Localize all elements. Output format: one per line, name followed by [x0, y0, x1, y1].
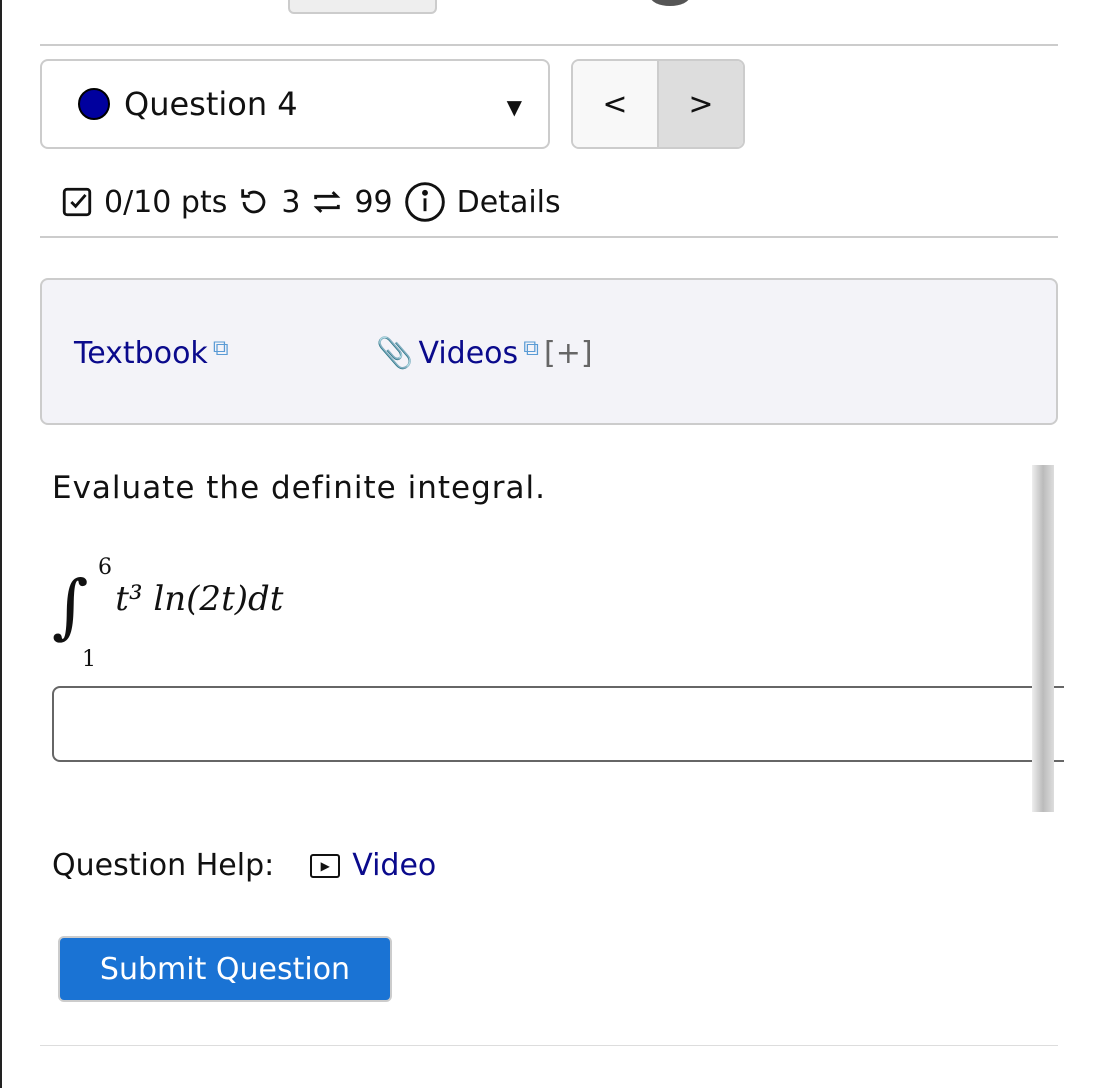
retries-count: 3: [281, 184, 301, 220]
divider: [40, 236, 1058, 238]
lower-limit: 1: [82, 647, 96, 672]
divider: [40, 1045, 1058, 1046]
help-label: Question Help:: [52, 848, 275, 883]
expand-button[interactable]: [+]: [544, 336, 593, 371]
question-selector[interactable]: Question 4 ▼: [40, 59, 550, 149]
status-dot-icon: [78, 88, 110, 120]
question-help: Question Help: ▶ Video: [52, 848, 436, 883]
left-border: [0, 0, 2, 1088]
textbook-link[interactable]: Textbook: [74, 336, 208, 371]
integral-sign: ∫: [52, 565, 89, 647]
external-link-icon: ⧉: [212, 336, 229, 361]
upper-limit: 6: [98, 555, 112, 580]
attempts-count: 99: [354, 184, 393, 220]
question-prompt: Evaluate the definite integral.: [52, 470, 546, 506]
question-meta: 0/10 pts 3 99 Details: [60, 180, 561, 224]
attempts-icon: [314, 191, 341, 213]
caret-down-icon: ▼: [506, 95, 522, 119]
details-link[interactable]: Details: [457, 185, 561, 220]
retry-icon: [241, 189, 266, 214]
prev-question-button[interactable]: <: [573, 61, 659, 147]
paperclip-icon: 📎: [376, 336, 414, 371]
scrollbar[interactable]: [1032, 465, 1054, 812]
help-video-link[interactable]: Video: [352, 848, 436, 883]
top-button[interactable]: [288, 0, 437, 14]
top-indicator: [650, 0, 690, 6]
integrand: t³ ln(2t)dt: [115, 579, 284, 619]
question-label: Question 4: [124, 85, 298, 123]
score: 0/10 pts: [104, 184, 228, 220]
info-icon[interactable]: [403, 180, 447, 224]
checkbox-icon: [62, 187, 92, 217]
question-nav: < >: [571, 59, 745, 149]
submit-question-button[interactable]: Submit Question: [58, 936, 392, 1002]
integral-expression: ∫ 6 1 t³ ln(2t)dt: [52, 555, 284, 672]
external-link-icon: ⧉: [523, 336, 539, 361]
divider: [40, 44, 1058, 46]
answer-input[interactable]: [52, 686, 1064, 762]
videos-link[interactable]: Videos: [418, 336, 518, 371]
resources-panel: Textbook ⧉ 📎 Videos ⧉ [+]: [40, 278, 1058, 425]
video-play-icon: ▶: [310, 853, 341, 878]
next-question-button[interactable]: >: [659, 61, 743, 147]
